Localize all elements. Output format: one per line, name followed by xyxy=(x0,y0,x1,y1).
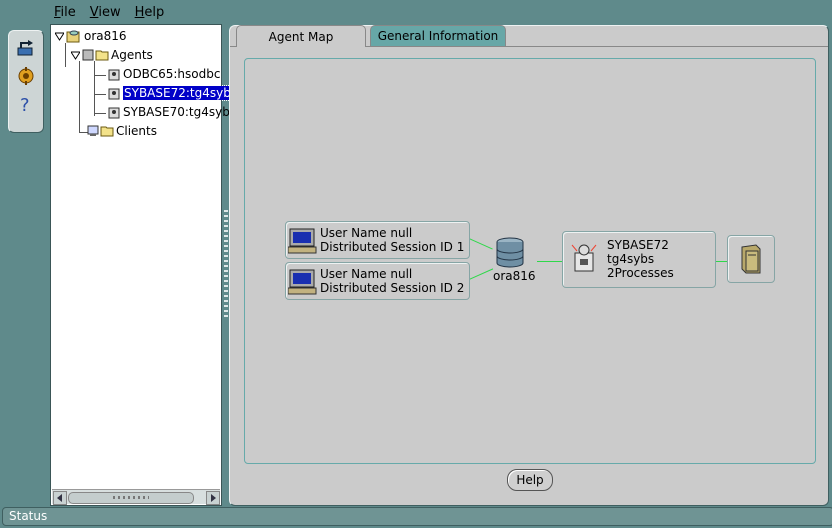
client-computer-icon xyxy=(288,269,317,295)
session-user-name: User Name null xyxy=(320,226,413,240)
connect-icon xyxy=(17,40,33,56)
folder-icon xyxy=(95,50,109,61)
database-icon xyxy=(496,237,524,268)
navigator-tree: ora816 Agents ODBC65:hsodbc SYBASE72:tg4… xyxy=(50,24,240,506)
agent-process-icon xyxy=(571,244,597,272)
arrow-left-icon xyxy=(57,494,62,502)
gear-icon xyxy=(18,67,34,85)
database-label: ora816 xyxy=(493,269,536,283)
session-node[interactable]: User Name null Distributed Session ID 2 xyxy=(285,262,470,300)
arrow-right-icon xyxy=(211,494,216,502)
menu-view[interactable]: View xyxy=(90,5,121,23)
tree-label-agent: ODBC65:hsodbc xyxy=(123,67,221,81)
tree-node-agent-selected[interactable]: SYBASE72:tg4sybs xyxy=(107,84,240,102)
tree-node-clients[interactable]: Clients xyxy=(87,122,157,140)
collapse-icon[interactable] xyxy=(71,51,80,60)
connect-button[interactable] xyxy=(15,37,37,59)
scroll-right-button[interactable] xyxy=(206,491,220,505)
help-tool-button[interactable]: ? xyxy=(15,93,37,115)
tree-node-agent[interactable]: ODBC65:hsodbc xyxy=(107,65,220,83)
client-computer-icon xyxy=(288,228,317,254)
agent-node[interactable]: SYBASE72 tg4sybs 2Processes xyxy=(562,231,716,288)
connector-line xyxy=(468,238,493,250)
scroll-thumb[interactable] xyxy=(68,492,194,504)
agent-service: tg4sybs xyxy=(607,252,655,266)
database-node[interactable]: ora816 xyxy=(493,235,543,285)
tree-label-root: ora816 xyxy=(84,29,127,43)
tab-agent-map[interactable]: Agent Map xyxy=(236,25,366,47)
session-node[interactable]: User Name null Distributed Session ID 1 xyxy=(285,221,470,259)
settings-button[interactable] xyxy=(15,65,37,87)
main-panel: Agent Map General Information User Name … xyxy=(229,25,829,506)
tree-label-clients: Clients xyxy=(116,124,157,138)
panel-splitter[interactable] xyxy=(224,210,228,320)
tree-node-agent[interactable]: SYBASE70:tg4sybs xyxy=(107,103,236,121)
server-icon xyxy=(741,244,761,274)
menu-help[interactable]: Help xyxy=(135,5,165,23)
agent-map-canvas: User Name null Distributed Session ID 1 … xyxy=(244,58,816,464)
vertical-toolbar: ? xyxy=(8,30,44,133)
session-user-name: User Name null xyxy=(320,267,413,281)
status-bar: Status xyxy=(2,507,832,526)
svg-text:?: ? xyxy=(20,95,30,114)
menu-bar: File View Help xyxy=(54,5,164,23)
connector-line xyxy=(469,268,494,280)
agent-icon xyxy=(108,88,120,100)
tab-general-information[interactable]: General Information xyxy=(370,25,506,46)
agent-icon xyxy=(108,107,120,119)
agent-name: SYBASE72 xyxy=(607,238,669,252)
session-id: Distributed Session ID 2 xyxy=(320,281,465,295)
tree-node-root[interactable]: ora816 xyxy=(55,27,127,45)
help-button[interactable]: Help xyxy=(507,469,553,491)
server-node[interactable] xyxy=(727,235,775,283)
help-question-icon: ? xyxy=(20,95,30,114)
agent-processes: 2Processes xyxy=(607,266,674,280)
session-id: Distributed Session ID 1 xyxy=(320,240,465,254)
agents-icon xyxy=(82,49,94,61)
horizontal-scrollbar[interactable] xyxy=(52,489,220,505)
agent-icon xyxy=(108,69,120,81)
tree-node-agents[interactable]: Agents xyxy=(71,46,153,64)
menu-file[interactable]: File xyxy=(54,5,76,23)
scroll-left-button[interactable] xyxy=(53,491,67,505)
tree-label-agents: Agents xyxy=(111,48,153,62)
connector-line xyxy=(715,261,727,262)
collapse-icon[interactable] xyxy=(55,32,64,41)
tree-label-agent: SYBASE70:tg4sybs xyxy=(123,105,237,119)
folder-icon xyxy=(100,126,114,137)
clients-icon xyxy=(87,125,99,136)
database-folder-icon xyxy=(66,30,80,43)
tree-label-agent-selected: SYBASE72:tg4sybs xyxy=(121,85,240,101)
